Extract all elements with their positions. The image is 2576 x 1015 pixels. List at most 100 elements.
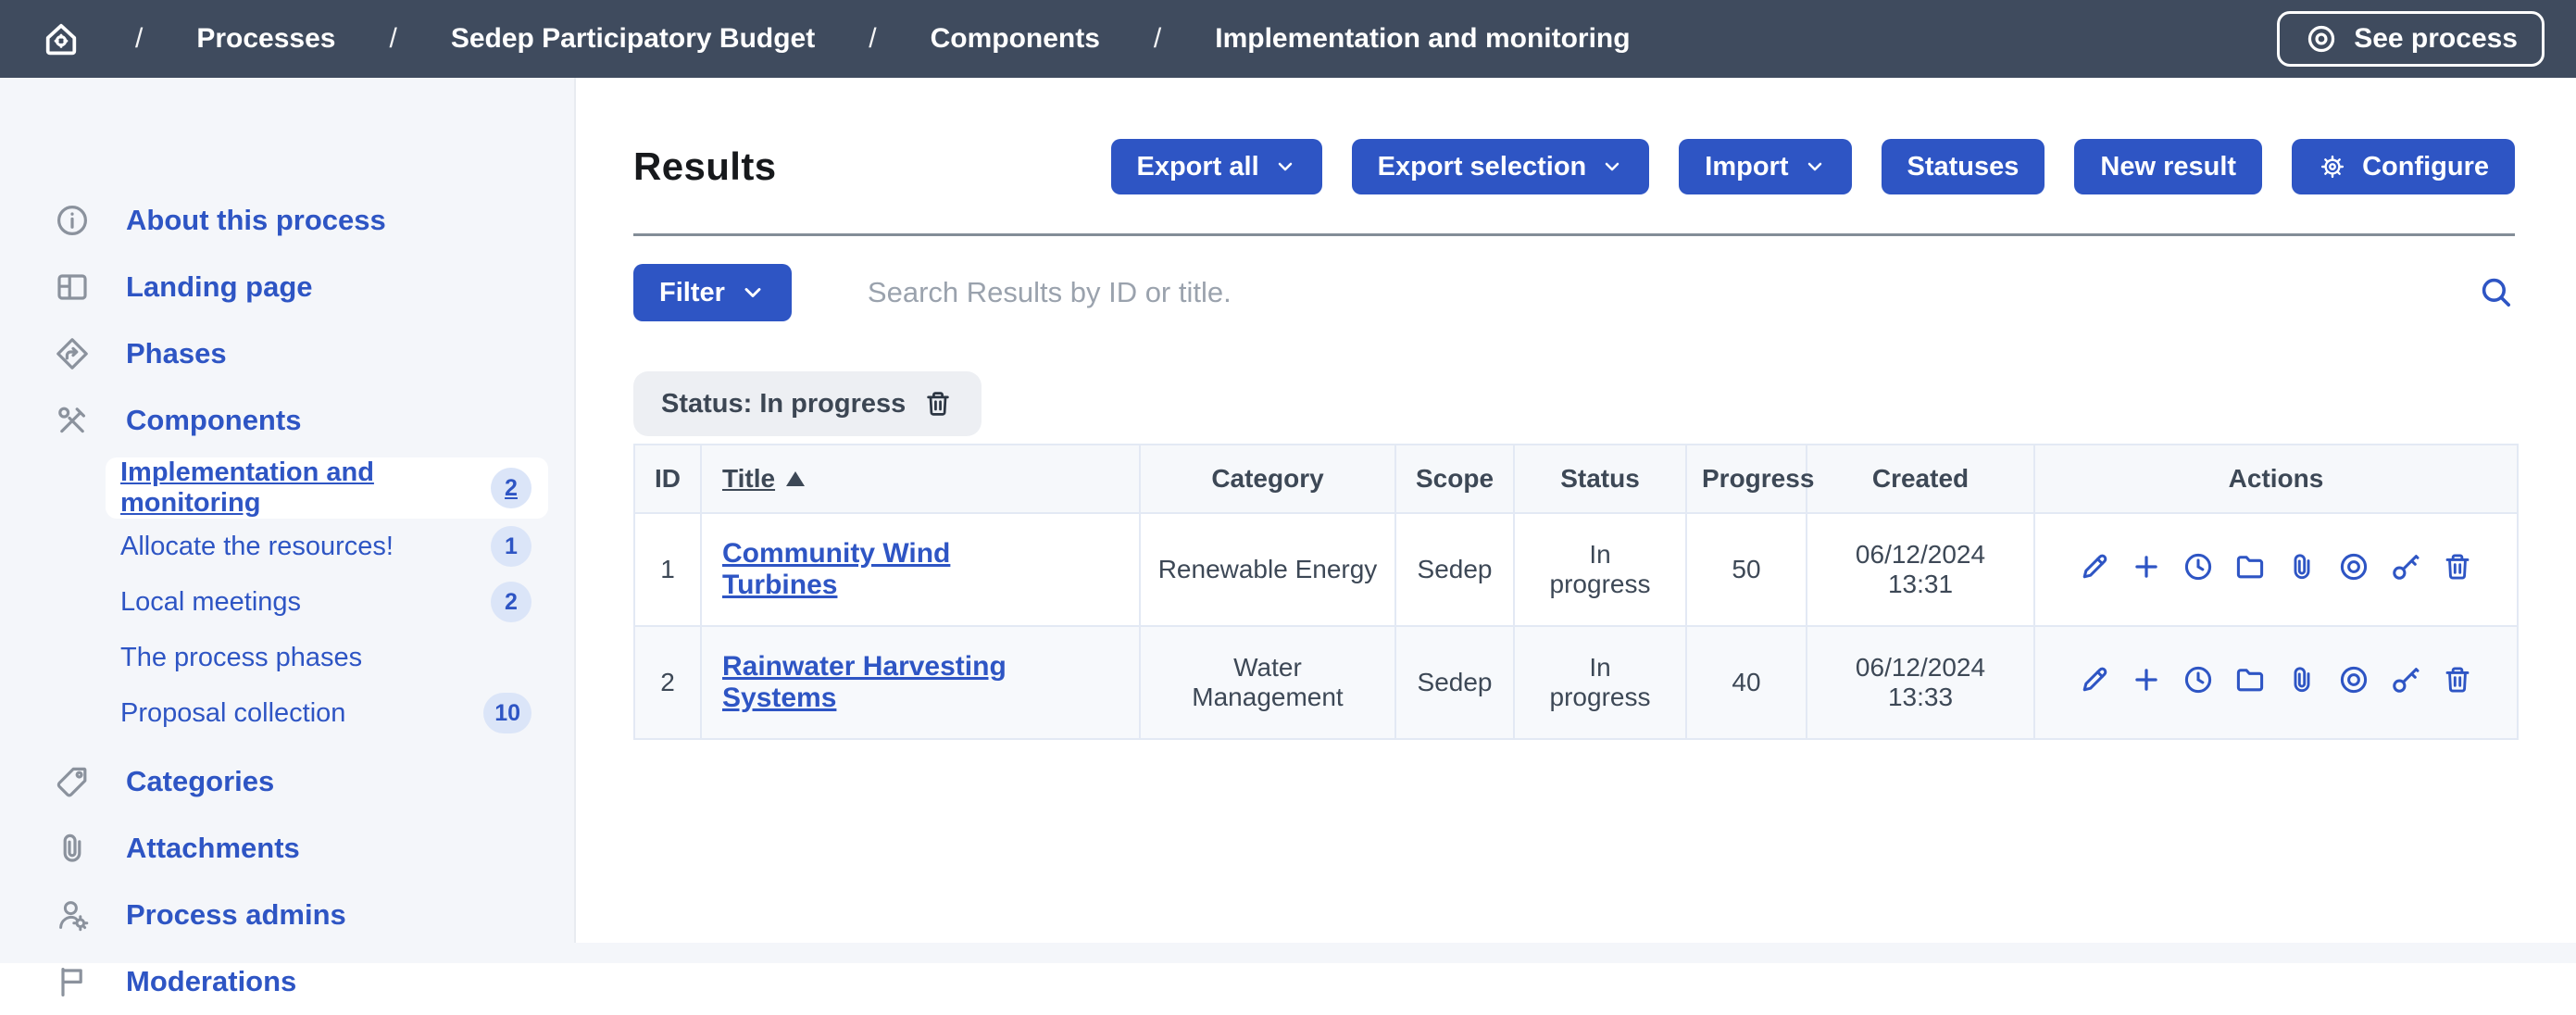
sidebar-item-components[interactable]: Components bbox=[0, 387, 574, 454]
configure-button[interactable]: Configure bbox=[2292, 139, 2515, 194]
search-icon bbox=[2478, 274, 2515, 311]
sidebar-item-landing-page[interactable]: Landing page bbox=[0, 254, 574, 320]
paperclip-icon bbox=[2285, 550, 2319, 583]
column-scope: Scope bbox=[1395, 445, 1514, 513]
sidebar-item-label: Attachments bbox=[126, 832, 300, 865]
chevron-down-icon bbox=[740, 280, 766, 306]
breadcrumb-separator: / bbox=[1154, 23, 1161, 55]
preview-action-button[interactable] bbox=[2337, 550, 2370, 583]
permissions-action-button[interactable] bbox=[2389, 550, 2422, 583]
user-gear-icon bbox=[54, 896, 91, 934]
cell-id: 1 bbox=[634, 513, 701, 626]
preview-action-button[interactable] bbox=[2337, 663, 2370, 696]
breadcrumb: / Processes / Sedep Participatory Budget… bbox=[41, 19, 1631, 59]
trash-icon bbox=[2441, 550, 2474, 583]
breadcrumb-processes[interactable]: Processes bbox=[196, 23, 335, 55]
sidebar-subitem-proposal-collection[interactable]: Proposal collection 10 bbox=[106, 685, 548, 741]
cell-scope: Sedep bbox=[1395, 513, 1514, 626]
result-title-link[interactable]: Rainwater Harvesting Systems bbox=[722, 651, 1056, 714]
folder-action-button[interactable] bbox=[2233, 550, 2267, 583]
configure-label: Configure bbox=[2362, 152, 2489, 182]
sidebar-item-label: Moderations bbox=[126, 965, 296, 998]
trash-icon bbox=[2441, 663, 2474, 696]
footer-band bbox=[0, 943, 2576, 963]
permissions-action-button[interactable] bbox=[2389, 663, 2422, 696]
plus-icon bbox=[2130, 550, 2163, 583]
edit-action-button[interactable] bbox=[2078, 550, 2111, 583]
sidebar-item-about[interactable]: About this process bbox=[0, 187, 574, 254]
subitem-label: Proposal collection bbox=[120, 698, 345, 729]
history-action-button[interactable] bbox=[2182, 550, 2215, 583]
breadcrumb-current-component[interactable]: Implementation and monitoring bbox=[1215, 23, 1630, 55]
statuses-button[interactable]: Statuses bbox=[1882, 139, 2045, 194]
breadcrumb-separator: / bbox=[869, 23, 876, 55]
column-actions: Actions bbox=[2034, 445, 2518, 513]
sidebar-subitem-local-meetings[interactable]: Local meetings 2 bbox=[106, 574, 548, 630]
tools-icon bbox=[54, 402, 91, 439]
statuses-label: Statuses bbox=[1907, 152, 2020, 182]
home-icon bbox=[41, 19, 81, 59]
home-breadcrumb-link[interactable] bbox=[41, 19, 81, 59]
add-action-button[interactable] bbox=[2130, 550, 2163, 583]
filter-button[interactable]: Filter bbox=[633, 264, 792, 321]
results-header: Results Export all Export selection Impo… bbox=[633, 139, 2515, 194]
column-title-label: Title bbox=[722, 464, 775, 494]
column-title[interactable]: Title bbox=[701, 445, 1140, 513]
delete-action-button[interactable] bbox=[2441, 663, 2474, 696]
add-action-button[interactable] bbox=[2130, 663, 2163, 696]
info-icon bbox=[54, 202, 91, 239]
breadcrumb-components[interactable]: Components bbox=[931, 23, 1100, 55]
export-selection-button[interactable]: Export selection bbox=[1352, 139, 1650, 194]
sidebar-item-categories[interactable]: Categories bbox=[0, 748, 574, 815]
chevron-down-icon bbox=[1804, 156, 1826, 178]
folder-icon bbox=[2233, 663, 2267, 696]
flag-icon bbox=[54, 963, 91, 1000]
export-all-button[interactable]: Export all bbox=[1111, 139, 1322, 194]
search-button[interactable] bbox=[2478, 274, 2515, 311]
sidebar-item-label: Process admins bbox=[126, 898, 346, 932]
subitem-label: Local meetings bbox=[120, 587, 301, 618]
sort-asc-icon bbox=[786, 471, 805, 486]
breadcrumb-process-name[interactable]: Sedep Participatory Budget bbox=[451, 23, 815, 55]
import-button[interactable]: Import bbox=[1679, 139, 1851, 194]
column-created: Created bbox=[1807, 445, 2034, 513]
folder-action-button[interactable] bbox=[2233, 663, 2267, 696]
new-result-button[interactable]: New result bbox=[2074, 139, 2262, 194]
status-filter-label: Status: In progress bbox=[661, 389, 906, 420]
result-title-link[interactable]: Community Wind Turbines bbox=[722, 538, 1056, 601]
import-label: Import bbox=[1705, 152, 1788, 182]
edit-action-button[interactable] bbox=[2078, 663, 2111, 696]
sidebar-item-attachments[interactable]: Attachments bbox=[0, 815, 574, 882]
see-process-button[interactable]: See process bbox=[2277, 11, 2545, 67]
active-filters-row: Status: In progress bbox=[633, 371, 2515, 436]
attachments-action-button[interactable] bbox=[2285, 663, 2319, 696]
clock-icon bbox=[2182, 663, 2215, 696]
cell-progress: 50 bbox=[1686, 513, 1807, 626]
subitem-label: The process phases bbox=[120, 643, 362, 673]
chevron-down-icon bbox=[1601, 156, 1623, 178]
table-row: 2 Rainwater Harvesting Systems Water Man… bbox=[634, 626, 2518, 739]
filter-label: Filter bbox=[659, 278, 725, 308]
column-status: Status bbox=[1514, 445, 1686, 513]
history-action-button[interactable] bbox=[2182, 663, 2215, 696]
results-table: ID Title Category Scope Status Progress … bbox=[633, 444, 2519, 740]
subitem-label: Implementation and monitoring bbox=[120, 457, 491, 519]
components-subnav: Implementation and monitoring 2 Allocate… bbox=[106, 457, 548, 741]
search-input[interactable] bbox=[868, 276, 2459, 309]
column-category: Category bbox=[1140, 445, 1395, 513]
sidebar-item-process-admins[interactable]: Process admins bbox=[0, 882, 574, 948]
cell-id: 2 bbox=[634, 626, 701, 739]
cell-actions bbox=[2034, 626, 2518, 739]
page-title: Results bbox=[633, 144, 777, 189]
attachments-action-button[interactable] bbox=[2285, 550, 2319, 583]
sidebar-subitem-implementation-monitoring[interactable]: Implementation and monitoring 2 bbox=[106, 457, 548, 519]
remove-filter-button[interactable] bbox=[922, 388, 954, 420]
sidebar-subitem-allocate-resources[interactable]: Allocate the resources! 1 bbox=[106, 519, 548, 574]
delete-action-button[interactable] bbox=[2441, 550, 2474, 583]
cell-category: Water Management bbox=[1140, 626, 1395, 739]
see-process-label: See process bbox=[2354, 23, 2518, 55]
cell-status: In progress bbox=[1514, 513, 1686, 626]
sidebar-subitem-process-phases[interactable]: The process phases bbox=[106, 630, 548, 685]
clock-icon bbox=[2182, 550, 2215, 583]
sidebar-item-phases[interactable]: Phases bbox=[0, 320, 574, 387]
